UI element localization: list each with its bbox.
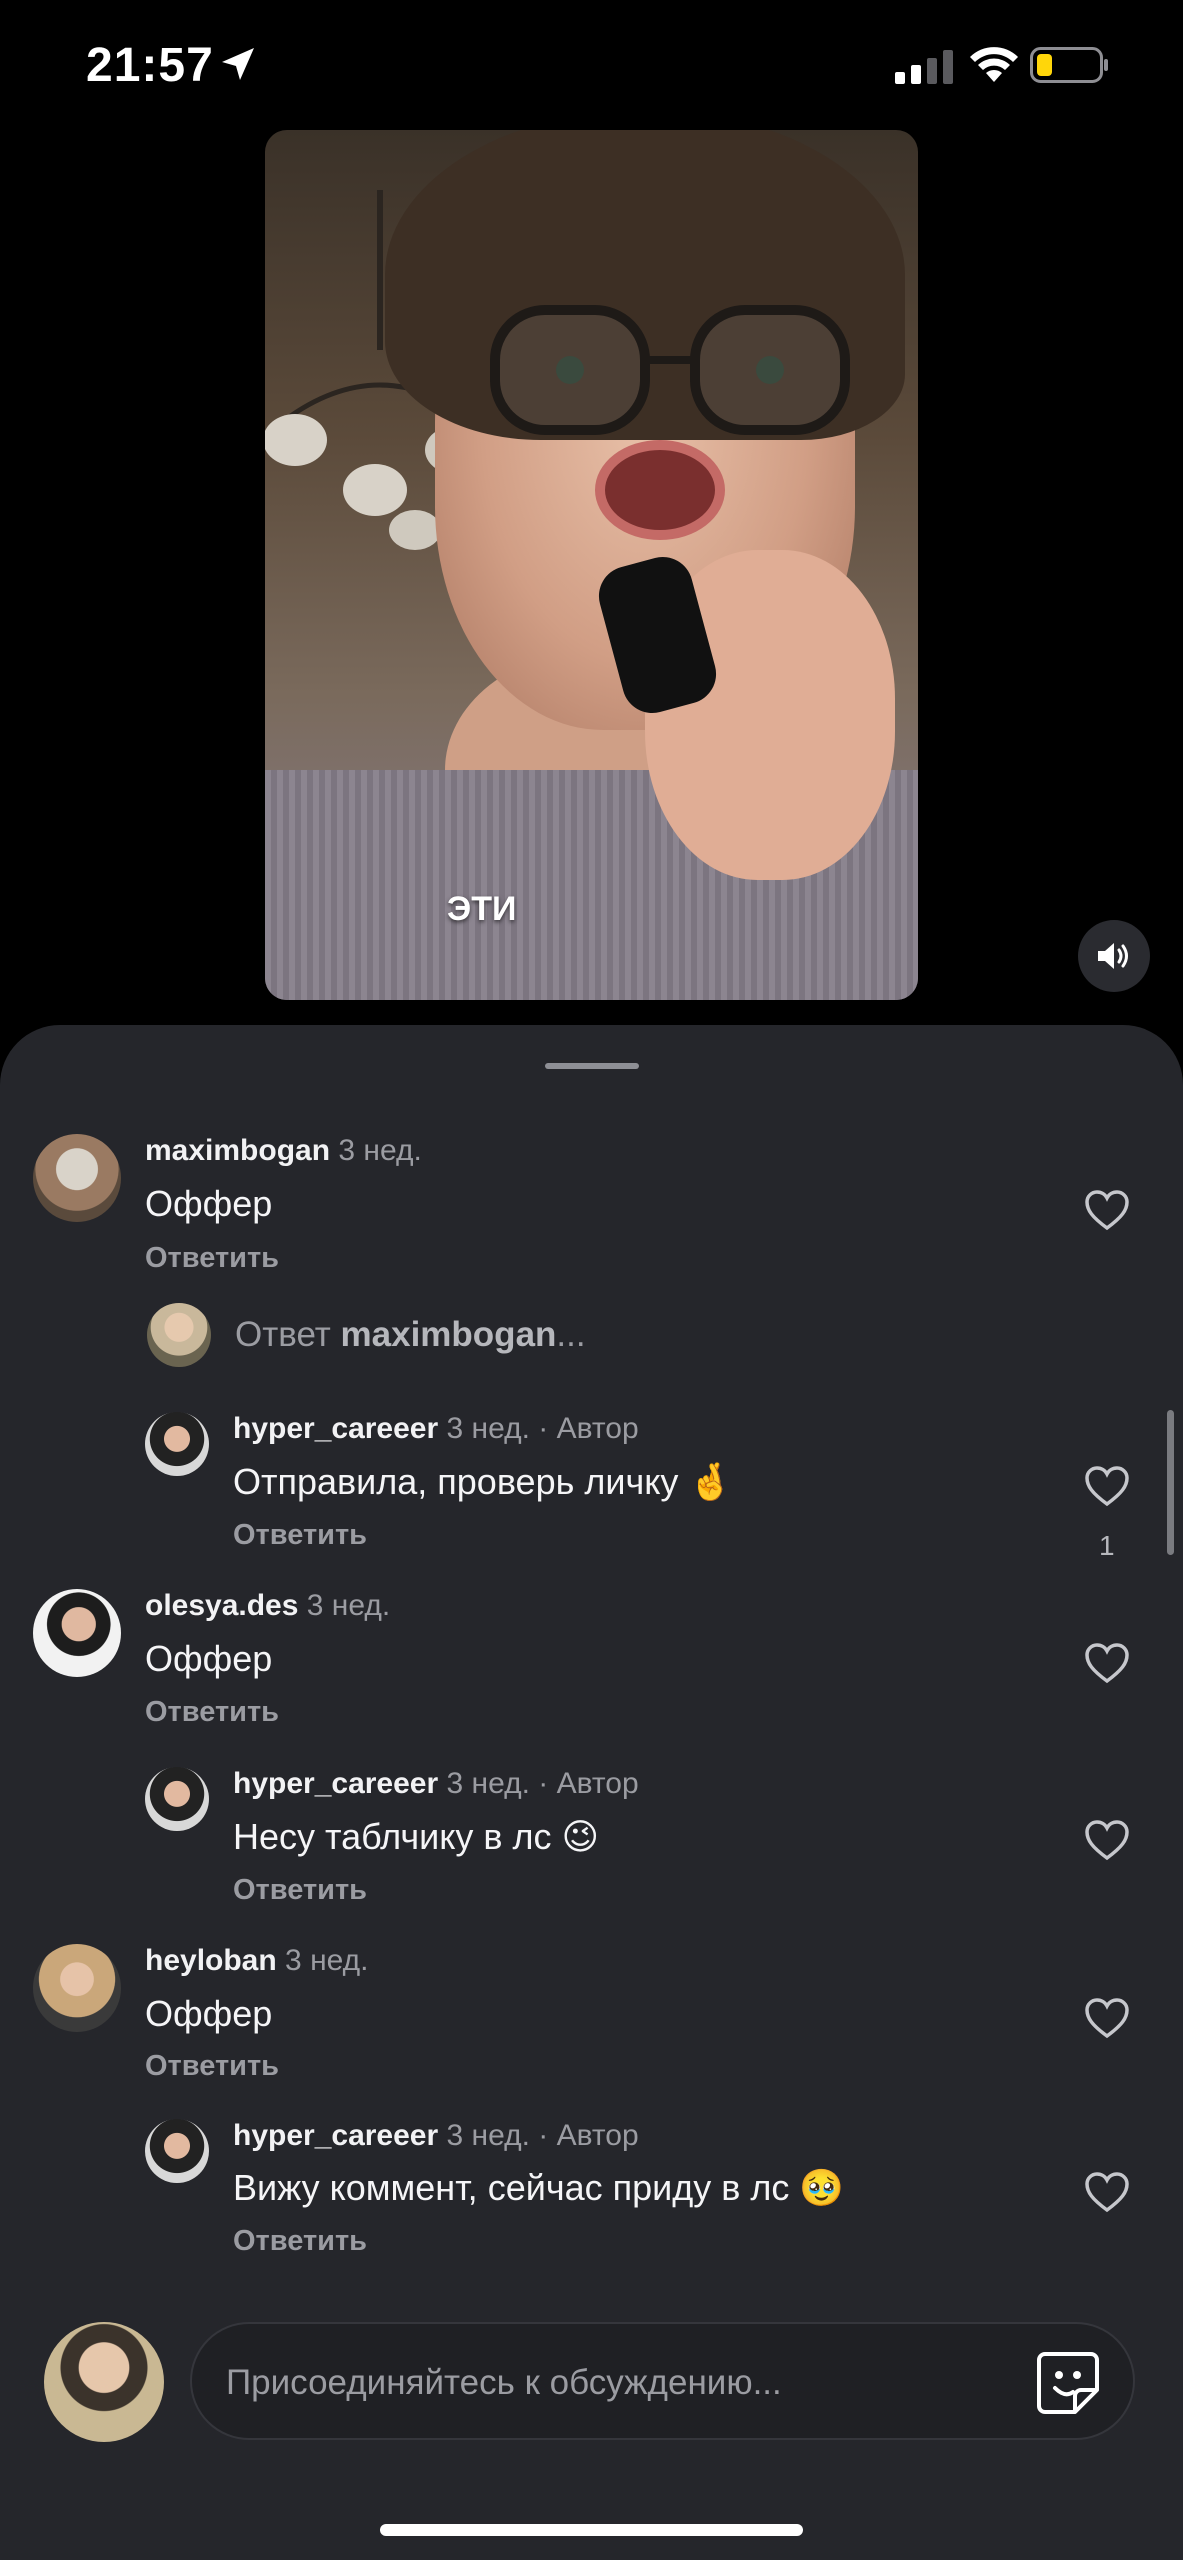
glasses [490, 305, 850, 435]
reply-button[interactable]: Ответить [233, 1519, 367, 1552]
comment-username[interactable]: heyloban [145, 1944, 277, 1977]
avatar [147, 1303, 211, 1367]
reply-prompt[interactable]: Ответ maximbogan... [147, 1303, 586, 1367]
comment-meta: maximbogan 3 нед. [145, 1134, 422, 1168]
video-caption: ЭТИ [447, 890, 517, 928]
sticker-icon[interactable] [1035, 2350, 1101, 2416]
avatar[interactable] [145, 2119, 209, 2183]
comment-username[interactable]: hyper_careeer [233, 1767, 438, 1800]
comment-meta: olesya.des 3 нед. [145, 1589, 390, 1623]
wifi-icon [970, 47, 1018, 82]
comment-meta: heyloban 3 нед. [145, 1944, 369, 1978]
heart-icon[interactable] [1084, 2171, 1130, 2213]
cellular-signal-icon [895, 50, 953, 84]
heart-icon[interactable] [1084, 1642, 1130, 1684]
comment-time: 3 нед. [306, 1589, 391, 1622]
avatar[interactable] [33, 1944, 121, 2032]
home-indicator[interactable] [380, 2524, 803, 2536]
comment-username[interactable]: hyper_careeer [233, 1412, 438, 1445]
heart-icon[interactable] [1084, 1465, 1130, 1507]
comment-text: Несу таблчику в лс 😉 [233, 1816, 600, 1857]
battery-low-icon [1030, 47, 1108, 83]
heart-icon[interactable] [1084, 1819, 1130, 1861]
comment-text: Отправила, проверь личку 🤞 [233, 1461, 734, 1502]
comment-input[interactable] [224, 2354, 1008, 2412]
comment-meta: hyper_careeer 3 нед. · Автор [233, 1767, 639, 1801]
reply-prompt-user: maximbogan [340, 1315, 557, 1354]
avatar[interactable] [145, 1412, 209, 1476]
sound-toggle-button[interactable] [1078, 920, 1150, 992]
current-user-avatar [44, 2322, 164, 2442]
reply-button[interactable]: Ответить [233, 1874, 367, 1907]
reply-button[interactable]: Ответить [145, 1696, 279, 1729]
status-time: 21:57 [86, 39, 214, 92]
avatar[interactable] [145, 1767, 209, 1831]
like-count: 1 [1099, 1530, 1115, 1561]
comment-time: 3 нед. [338, 1134, 422, 1167]
comment-username[interactable]: hyper_careeer [233, 2119, 438, 2152]
comment-text: Оффер [145, 1638, 273, 1679]
comment-meta: hyper_careeer 3 нед. · Автор [233, 1412, 639, 1446]
comment-meta: hyper_careeer 3 нед. · Автор [233, 2119, 639, 2153]
comment-input-container[interactable] [190, 2322, 1135, 2440]
comment-time: 3 нед. · Автор [446, 1412, 639, 1445]
reply-button[interactable]: Ответить [145, 2050, 279, 2083]
reply-prompt-prefix: Ответ [235, 1315, 331, 1354]
reply-button[interactable]: Ответить [145, 1242, 279, 1275]
avatar[interactable] [33, 1134, 121, 1222]
comment-time: 3 нед. · Автор [446, 2119, 639, 2152]
reply-button[interactable]: Ответить [233, 2225, 367, 2258]
comment-time: 3 нед. · Автор [446, 1767, 639, 1800]
heart-icon[interactable] [1084, 1189, 1130, 1231]
status-bar: 21:57 [0, 0, 1183, 130]
location-arrow-icon [222, 48, 254, 80]
sheet-drag-handle[interactable] [545, 1063, 639, 1069]
comment-time: 3 нед. [285, 1944, 369, 1977]
video-preview[interactable]: ЭТИ [265, 130, 918, 1000]
avatar[interactable] [33, 1589, 121, 1677]
heart-icon[interactable] [1084, 1997, 1130, 2039]
comment-text: Оффер [145, 1993, 273, 2034]
reply-prompt-suffix: ... [556, 1315, 586, 1354]
reply-prompt-text: Ответ maximbogan... [235, 1315, 586, 1355]
comment-username[interactable]: maximbogan [145, 1134, 330, 1167]
comment-text: Вижу коммент, сейчас приду в лс 🥹 [233, 2167, 845, 2208]
comment-text: Оффер [145, 1183, 273, 1224]
person-mouth [595, 440, 725, 540]
comment-username[interactable]: olesya.des [145, 1589, 298, 1622]
scrollbar[interactable] [1167, 1410, 1174, 1555]
speaker-icon [1098, 943, 1128, 969]
